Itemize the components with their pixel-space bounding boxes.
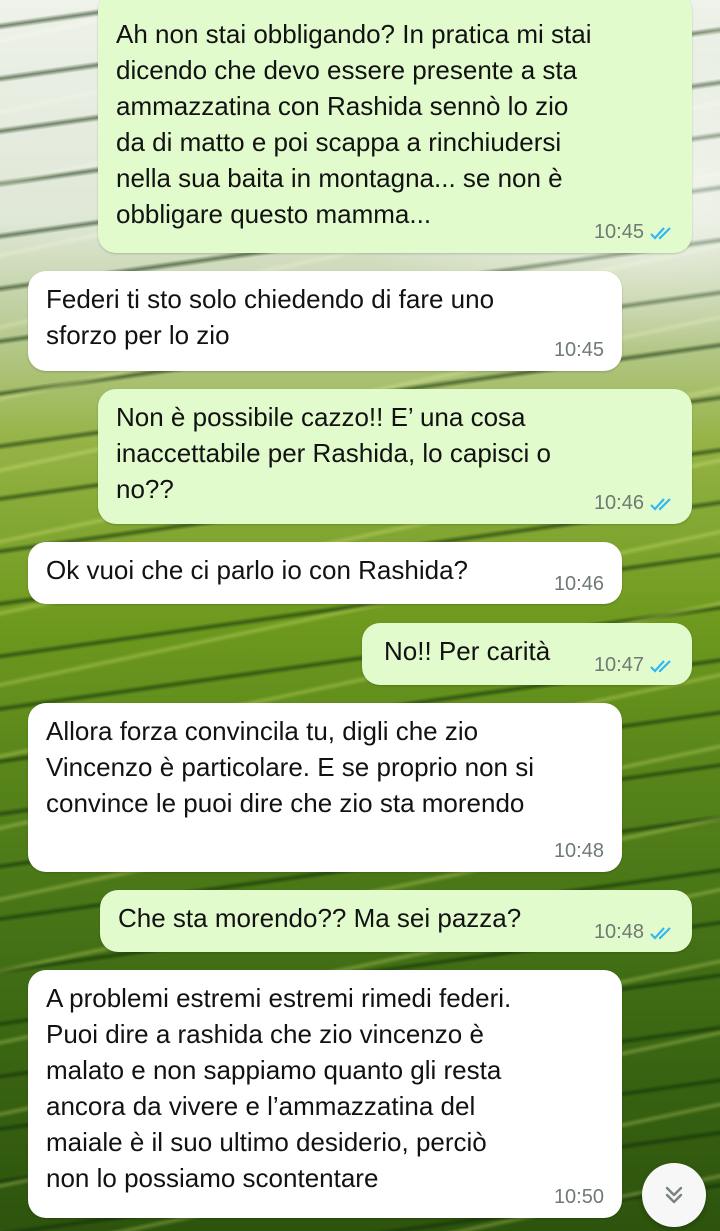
- message-meta: 10:50: [554, 1186, 604, 1209]
- message-bubble-outgoing[interactable]: Ah non stai obbligando? In pratica mi st…: [98, 0, 692, 253]
- message-time: 10:46: [593, 492, 644, 514]
- message-bubble-incoming[interactable]: Federi ti sto solo chiedendo di fare uno…: [28, 271, 622, 371]
- message-text: Non è possibile cazzo!! E’ una cosa inac…: [116, 402, 552, 504]
- message-bubble-outgoing[interactable]: Che sta morendo?? Ma sei pazza? 10:48: [100, 890, 692, 952]
- message-text: Federi ti sto solo chiedendo di fare uno…: [46, 284, 495, 350]
- message-time: 10:46: [553, 573, 604, 595]
- message-text: Ah non stai obbligando? In pratica mi st…: [116, 19, 592, 229]
- message-time: 10:47: [593, 654, 644, 676]
- message-time: 10:50: [553, 1186, 604, 1208]
- read-icon: [650, 926, 671, 940]
- message-text: Che sta morendo?? Ma sei pazza?: [118, 903, 522, 933]
- message-meta: 10:45: [594, 221, 676, 244]
- message-time: 10:45: [553, 339, 604, 361]
- message-text: Allora forza convincila tu, digli che zi…: [46, 716, 535, 818]
- message-time: 10:48: [593, 921, 644, 943]
- message-text: A problemi estremi estremi rimedi federi…: [46, 983, 512, 1193]
- message-meta: 10:45: [554, 339, 604, 362]
- message-meta: 10:47: [594, 654, 676, 677]
- message-meta: 10:46: [594, 492, 676, 515]
- message-bubble-outgoing[interactable]: Non è possibile cazzo!! E’ una cosa inac…: [98, 389, 692, 524]
- message-meta: 10:46: [554, 573, 604, 596]
- message-time: 10:45: [593, 221, 644, 243]
- message-meta: 10:48: [594, 921, 676, 944]
- read-icon: [650, 659, 671, 673]
- message-meta: 10:48: [554, 840, 604, 863]
- read-icon: [650, 226, 671, 240]
- message-bubble-incoming[interactable]: A problemi estremi estremi rimedi federi…: [28, 970, 622, 1218]
- message-text: Ok vuoi che ci parlo io con Rashida?: [46, 555, 469, 585]
- message-time: 10:48: [553, 840, 604, 862]
- message-bubble-incoming[interactable]: Ok vuoi che ci parlo io con Rashida? 10:…: [28, 542, 622, 604]
- message-bubble-incoming[interactable]: Allora forza convincila tu, digli che zi…: [28, 703, 622, 872]
- read-icon: [650, 497, 671, 511]
- scroll-to-bottom-button[interactable]: [642, 1163, 706, 1227]
- double-chevron-down-icon: [665, 1186, 683, 1204]
- message-bubble-outgoing[interactable]: No!! Per carità 10:47: [362, 623, 692, 685]
